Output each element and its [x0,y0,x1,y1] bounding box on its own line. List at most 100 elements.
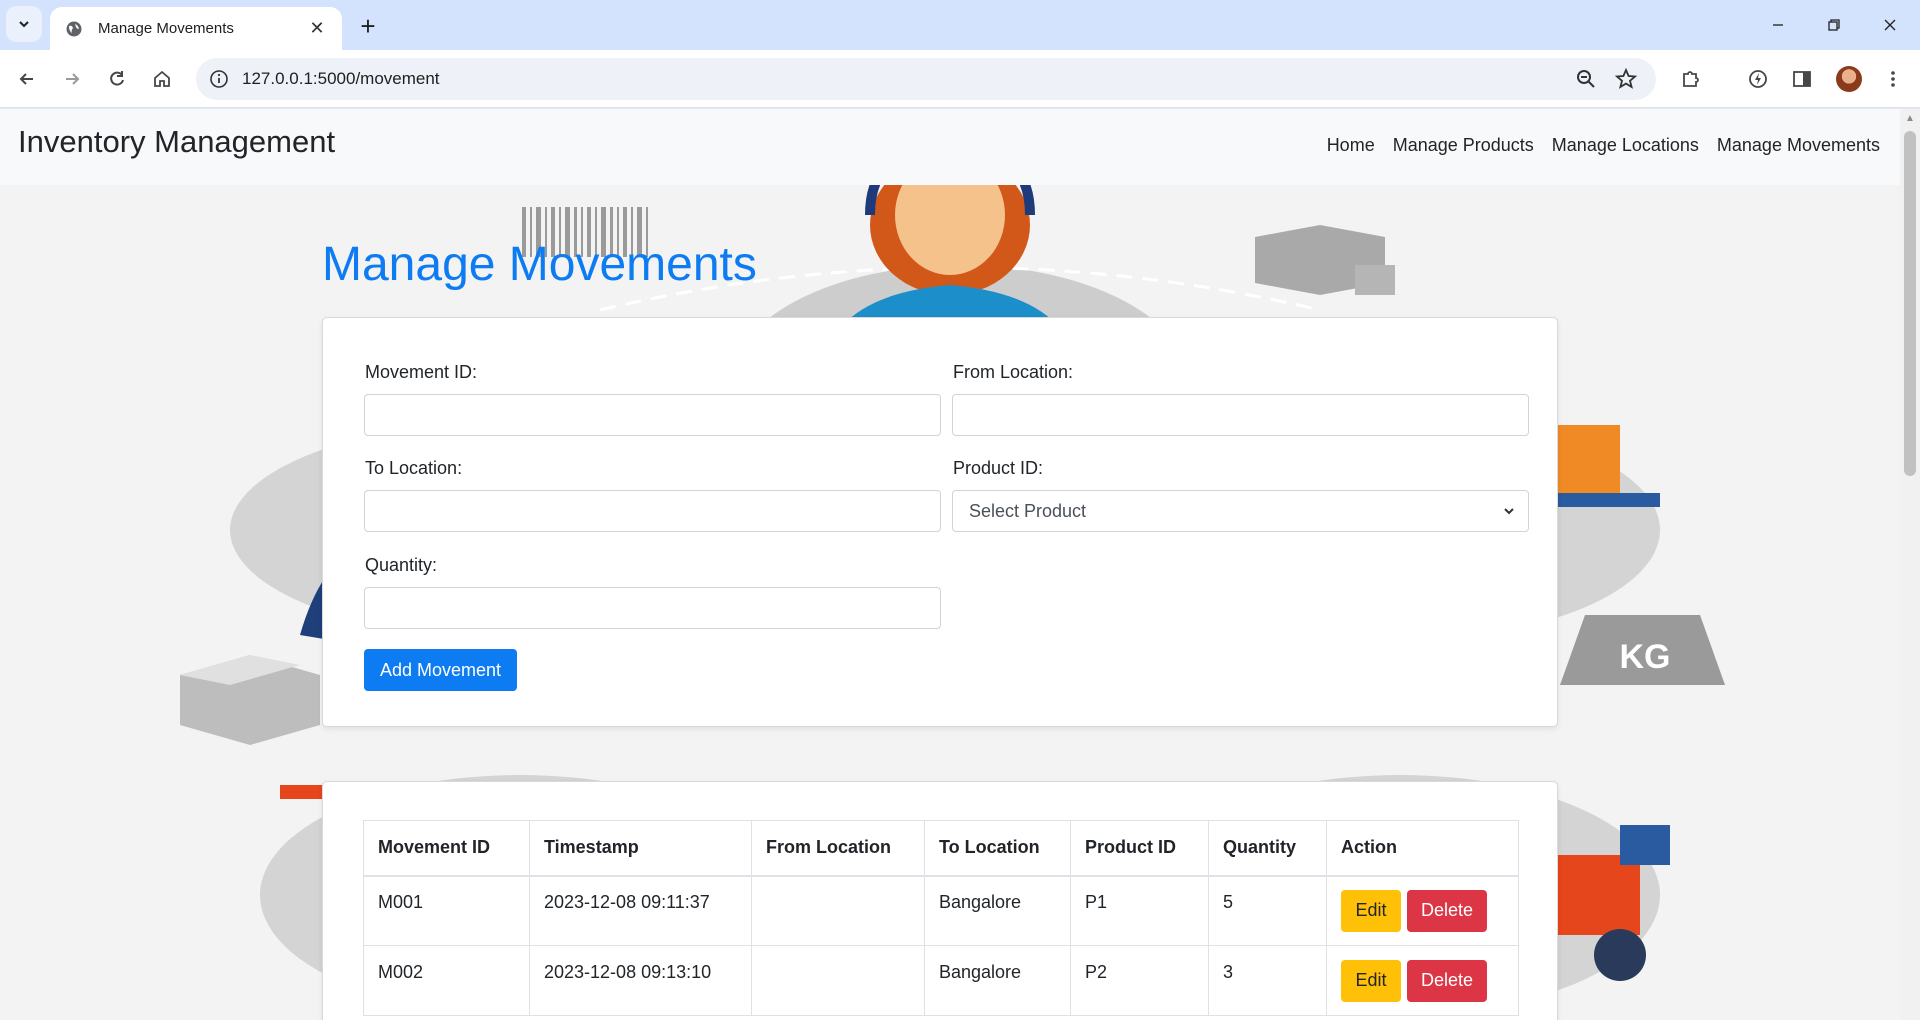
reload-icon [110,71,124,86]
cell-from-location [751,875,925,946]
cell-text: P2 [1085,962,1108,982]
cell-text: M002 [378,962,424,982]
table-header-row: Movement ID Timestamp From Location To L… [363,820,1519,877]
zoom-icon[interactable] [1574,67,1598,91]
add-movement-button[interactable]: Add Movement [364,649,517,691]
cell-text: 3 [1223,962,1234,982]
home-icon [154,70,170,87]
restore-button[interactable] [1806,0,1862,50]
nav-link-manage-products[interactable]: Manage Products [1393,135,1534,156]
product-id-select[interactable]: Select Product [952,490,1529,532]
cell-quantity: 3 [1208,945,1327,1016]
cell-product-id: P2 [1070,945,1209,1016]
delete-button[interactable]: Delete [1407,959,1487,1002]
from-location-label: From Location: [953,362,1074,382]
new-tab-button[interactable]: + [352,10,384,42]
globe-icon [64,19,84,39]
site-info-icon[interactable] [208,68,230,90]
column-header-quantity: Quantity [1208,820,1327,877]
browser-tabstrip: Manage Movements ✕ + [0,0,1920,50]
home-button[interactable] [144,61,180,97]
back-button[interactable] [9,61,45,97]
cell-to-location: Bangalore [924,945,1071,1016]
bookmark-star-icon[interactable] [1614,67,1638,91]
cell-to-location: Bangalore [924,875,1071,946]
cell-text: 5 [1223,892,1234,913]
chevron-down-icon [19,21,29,28]
product-id-selected-value: Select Product [969,500,1087,521]
column-header-to-location: To Location [924,820,1071,877]
restore-icon [1828,19,1840,31]
arrow-right-icon [66,73,80,85]
table-row: M001 2023-12-08 09:11:37 Bangalore P1 5 … [363,875,1519,946]
more-vertical-icon [1891,71,1895,87]
cell-text: 2023-12-08 09:11:37 [544,892,710,913]
profile-avatar[interactable] [1836,66,1862,92]
edit-button[interactable]: Edit [1341,889,1401,932]
quantity-input[interactable] [364,587,941,629]
cell-quantity: 5 [1208,875,1327,946]
to-location-input[interactable] [364,490,941,532]
movements-table-card: Movement ID Timestamp From Location To L… [322,781,1558,1020]
browser-menu-button[interactable] [1875,61,1911,97]
browser-toolbar: 127.0.0.1:5000/movement [0,50,1920,108]
tab-close-icon[interactable]: ✕ [306,18,328,40]
scrollbar-thumb[interactable] [1904,131,1916,476]
navbar-brand[interactable]: Inventory Management [18,124,335,160]
nav-link-manage-movements[interactable]: Manage Movements [1717,135,1880,156]
cell-text: M001 [378,892,424,913]
puzzle-icon [1683,71,1699,87]
cell-text: P1 [1085,892,1108,913]
minimize-icon [1773,24,1783,26]
cell-product-id: P1 [1070,875,1209,946]
page-scrollbar[interactable]: ▲ [1900,109,1920,1020]
chevron-down-icon [1504,508,1514,515]
cell-text: Bangalore [939,892,1022,913]
page-viewport: KG Inventory Management Home Manage Prod… [0,109,1900,1020]
arrow-left-icon [19,73,33,85]
minimize-button[interactable] [1750,0,1806,50]
speedometer-icon [1749,70,1767,88]
column-header-from-location: From Location [751,820,925,877]
nav-link-home[interactable]: Home [1327,135,1375,156]
column-header-timestamp: Timestamp [529,820,752,877]
edit-button[interactable]: Edit [1341,959,1401,1002]
cell-movement-id: M001 [363,875,530,946]
column-header-movement-id: Movement ID [363,820,530,877]
scroll-up-arrow-icon[interactable]: ▲ [1905,114,1915,124]
cell-from-location [751,945,925,1016]
reload-button[interactable] [99,61,135,97]
url-text: 127.0.0.1:5000/movement [242,69,440,88]
movements-table: Movement ID Timestamp From Location To L… [363,820,1519,1016]
side-panel-button[interactable] [1784,61,1820,97]
performance-button[interactable] [1740,61,1776,97]
tab-title: Manage Movements [98,20,234,37]
address-bar[interactable]: 127.0.0.1:5000/movement [196,58,1656,100]
extensions-button[interactable] [1673,61,1709,97]
from-location-input[interactable] [952,394,1529,436]
svg-text:KG: KG [1620,638,1671,676]
close-window-button[interactable] [1862,0,1918,50]
movement-id-label: Movement ID: [365,362,478,382]
forward-button[interactable] [54,61,90,97]
quantity-label: Quantity: [365,555,438,575]
nav-link-manage-locations[interactable]: Manage Locations [1552,135,1699,156]
cell-movement-id: M002 [363,945,530,1016]
browser-tab-active[interactable]: Manage Movements ✕ [50,7,342,50]
movement-form-card: Movement ID: From Location: To Location:… [322,317,1558,727]
cell-text: 2023-12-08 09:13:10 [544,962,712,982]
movement-id-input[interactable] [364,394,941,436]
column-header-product-id: Product ID [1070,820,1209,877]
cell-text: Bangalore [939,962,1022,982]
tab-search-button[interactable] [6,6,42,42]
cell-actions: Edit Delete [1326,875,1519,946]
column-header-action: Action [1326,820,1519,877]
site-navbar: Inventory Management Home Manage Product… [0,109,1900,185]
product-id-label: Product ID: [953,458,1044,478]
side-panel-icon [1793,71,1811,87]
table-row: M002 2023-12-08 09:13:10 Bangalore P2 3 … [363,945,1519,1016]
delete-button[interactable]: Delete [1407,889,1487,932]
page-title: Manage Movements [322,238,757,291]
cell-timestamp: 2023-12-08 09:13:10 [529,945,752,1016]
cell-actions: Edit Delete [1326,945,1519,1016]
